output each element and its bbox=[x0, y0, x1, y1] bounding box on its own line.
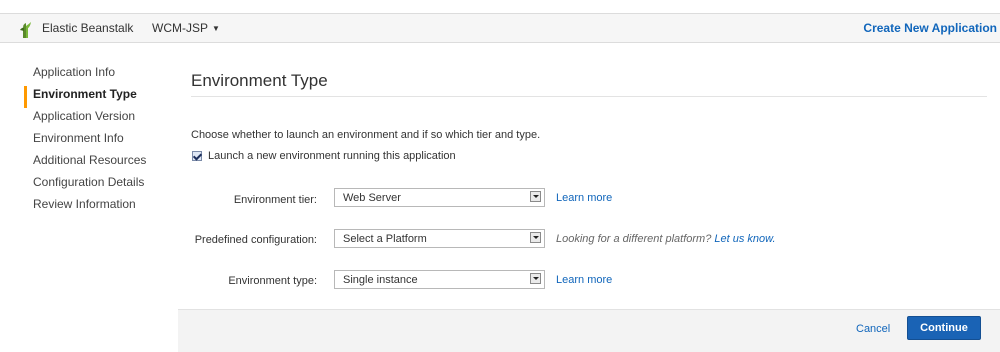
application-name: WCM-JSP bbox=[152, 21, 208, 35]
top-navigation-bar: Elastic Beanstalk WCM-JSP ▼ Create New Ap… bbox=[0, 13, 1000, 43]
predefined-configuration-value: Select a Platform bbox=[343, 233, 427, 245]
sidebar-item-environment-info[interactable]: Environment Info bbox=[24, 130, 174, 152]
dropdown-arrow-icon bbox=[530, 232, 541, 243]
wizard-footer: Cancel Continue bbox=[178, 309, 1000, 352]
environment-tier-label: Environment tier: bbox=[233, 194, 317, 206]
platform-hint: Looking for a different platform? Let us… bbox=[556, 233, 776, 245]
platform-hint-text: Looking for a different platform? bbox=[556, 233, 712, 245]
dropdown-arrow-icon bbox=[530, 191, 541, 202]
elastic-beanstalk-logo-icon[interactable] bbox=[19, 21, 33, 38]
environment-tier-learn-more-link[interactable]: Learn more bbox=[556, 192, 612, 204]
environment-type-learn-more-link[interactable]: Learn more bbox=[556, 274, 612, 286]
environment-tier-select[interactable]: Web Server bbox=[334, 188, 545, 207]
sidebar-item-application-version[interactable]: Application Version bbox=[24, 108, 174, 130]
environment-type-value: Single instance bbox=[343, 274, 418, 286]
launch-environment-row[interactable]: Launch a new environment running this ap… bbox=[192, 150, 456, 162]
cancel-button[interactable]: Cancel bbox=[856, 323, 890, 335]
page-description: Choose whether to launch an environment … bbox=[191, 129, 541, 141]
sidebar-item-environment-type[interactable]: Environment Type bbox=[24, 86, 174, 108]
sidebar-item-application-info[interactable]: Application Info bbox=[24, 64, 174, 86]
sidebar-item-configuration-details[interactable]: Configuration Details bbox=[24, 174, 174, 196]
environment-tier-value: Web Server bbox=[343, 192, 401, 204]
launch-environment-label: Launch a new environment running this ap… bbox=[208, 150, 456, 162]
application-selector[interactable]: WCM-JSP ▼ bbox=[152, 21, 220, 35]
page-title: Environment Type bbox=[191, 71, 328, 90]
let-us-know-link[interactable]: Let us know. bbox=[714, 233, 775, 245]
sidebar-item-additional-resources[interactable]: Additional Resources bbox=[24, 152, 174, 174]
continue-button[interactable]: Continue bbox=[907, 316, 981, 340]
predefined-configuration-label: Predefined configuration: bbox=[194, 234, 317, 246]
environment-type-label: Environment type: bbox=[228, 275, 317, 287]
title-divider bbox=[191, 96, 987, 97]
service-name[interactable]: Elastic Beanstalk bbox=[42, 21, 133, 35]
environment-type-select[interactable]: Single instance bbox=[334, 270, 545, 289]
caret-down-icon: ▼ bbox=[212, 24, 220, 33]
launch-environment-checkbox[interactable] bbox=[192, 151, 202, 161]
create-new-application-link[interactable]: Create New Application bbox=[863, 21, 997, 35]
predefined-configuration-select[interactable]: Select a Platform bbox=[334, 229, 545, 248]
dropdown-arrow-icon bbox=[530, 273, 541, 284]
